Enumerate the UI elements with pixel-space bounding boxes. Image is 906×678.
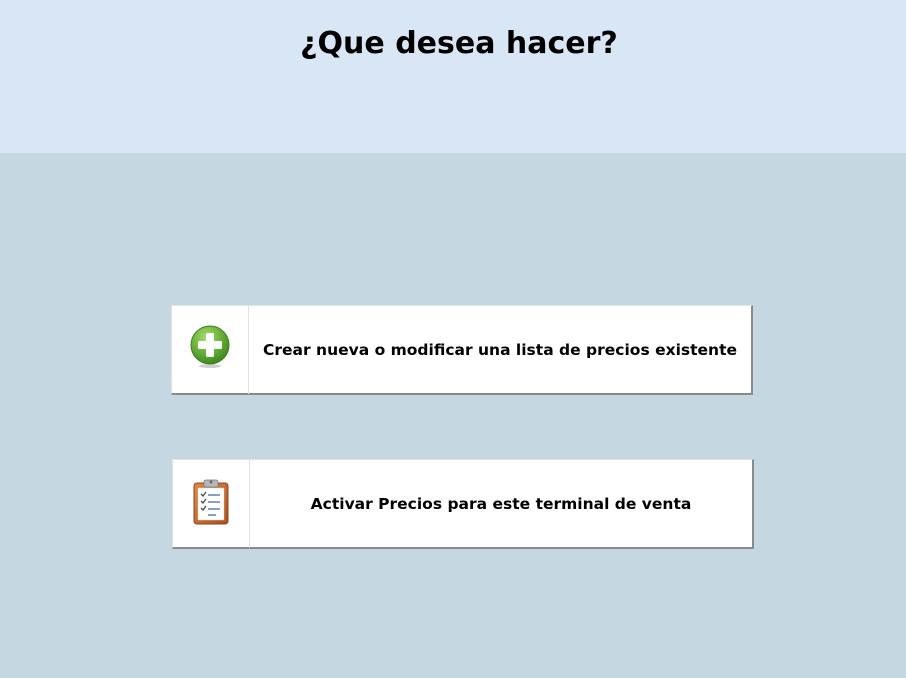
add-icon	[188, 324, 232, 376]
option-label: Activar Precios para este terminal de ve…	[310, 495, 692, 513]
main-window: ¿Que desea hacer? Crear nueva o modifica…	[0, 0, 906, 678]
activate-prices-button[interactable]: Activar Precios para este terminal de ve…	[172, 459, 754, 549]
page-title: ¿Que desea hacer?	[300, 26, 618, 61]
option-label: Crear nueva o modificar una lista de pre…	[263, 341, 737, 359]
header-panel: ¿Que desea hacer?	[0, 0, 906, 153]
option-icon-cell	[173, 460, 250, 548]
clipboard-checklist-icon	[191, 478, 231, 530]
create-price-list-button[interactable]: Crear nueva o modificar una lista de pre…	[171, 305, 753, 395]
option-icon-cell	[172, 306, 249, 394]
